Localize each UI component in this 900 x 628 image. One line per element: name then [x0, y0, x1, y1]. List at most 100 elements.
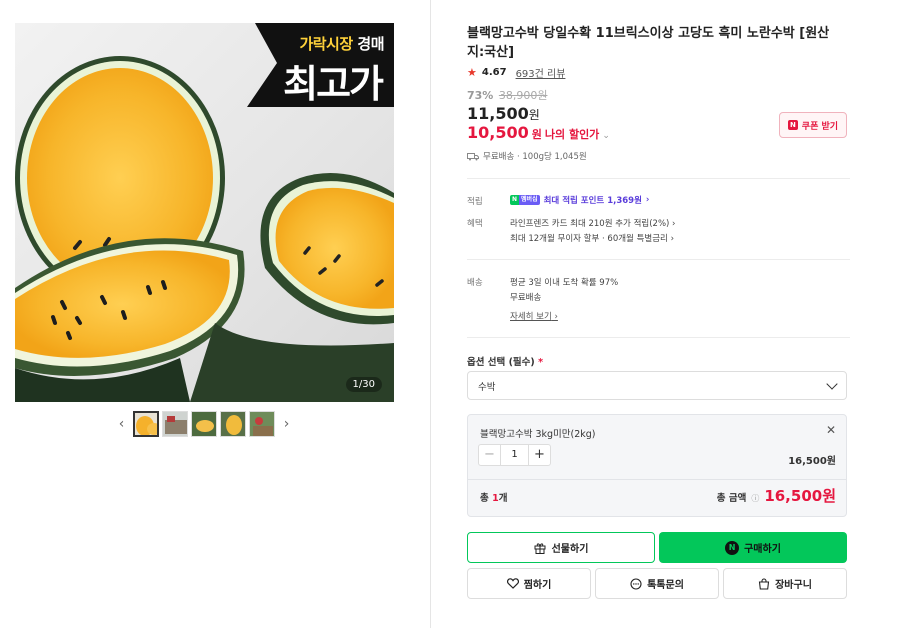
option-select[interactable]: 수박	[467, 371, 847, 400]
divider	[467, 337, 850, 338]
badge-auction-text: 경매	[357, 35, 384, 53]
naver-n-icon: N	[787, 120, 798, 130]
talk-button[interactable]: 톡톡문의	[595, 568, 719, 599]
rating-row: ★ 4.67 693건 리뷰	[467, 65, 565, 80]
thumbnail-1[interactable]	[133, 411, 159, 437]
benefit-line-1[interactable]: 라인프렌즈 카드 최대 210원 추가 적립(2%) ›	[510, 217, 675, 229]
coupon-button-label: 쿠폰 받기	[801, 121, 839, 132]
my-price-row[interactable]: 10,500 원 나의 할인가 ⌄	[467, 123, 610, 142]
delivery-line-1: 평균 3일 이내 도착 확률 97%	[510, 278, 619, 288]
benefit-line-2[interactable]: 최대 12개월 무이자 할부 · 60개월 특별금리 ›	[510, 232, 674, 244]
points-label: 적립	[467, 197, 483, 207]
badge-top-text: 가락시장 경매	[299, 33, 384, 54]
chevron-down-icon	[826, 377, 838, 390]
truck-icon	[467, 152, 479, 160]
total-count-number: 1	[492, 493, 499, 504]
delivery-more-text: 자세히 보기	[510, 312, 552, 322]
thumbnail-3[interactable]	[191, 411, 217, 437]
quantity-plus-button[interactable]: +	[528, 445, 550, 465]
total-amount-label: 총 금액	[716, 493, 747, 504]
sale-price-unit: 원	[528, 108, 540, 122]
thumbnail-strip: ‹ ›	[113, 411, 295, 437]
selected-option-name: 블랙망고수박 3kg미만(2kg)	[480, 429, 596, 440]
benefit-line-1-text: 라인프렌즈 카드 최대 210원 추가 적립(2%)	[510, 219, 670, 229]
benefit-line-2-text: 최대 12개월 무이자 할부 · 60개월 특별금리	[510, 234, 668, 244]
total-count: 총 1개	[480, 490, 507, 504]
rating-score: 4.67	[481, 67, 507, 78]
shopping-bag-icon	[758, 577, 770, 590]
info-icon[interactable]: ⓘ	[751, 493, 759, 504]
review-count-link[interactable]: 693건 리뷰	[516, 65, 566, 80]
divider	[467, 259, 850, 260]
star-icon: ★	[467, 66, 477, 79]
total-amount-value: 16,500원	[764, 487, 836, 505]
npay-chip-membership: 멤버십	[519, 195, 540, 205]
sale-price-value: 11,500	[467, 104, 529, 123]
heart-icon	[506, 578, 519, 589]
discount-rate: 73%	[467, 89, 494, 102]
my-price-value: 10,500	[467, 123, 529, 142]
benefit-label: 혜택	[467, 219, 483, 229]
column-divider	[430, 0, 431, 628]
close-icon[interactable]: ✕	[826, 423, 836, 437]
total-count-prefix: 총	[480, 493, 493, 504]
chevron-right-icon: ›	[554, 312, 558, 322]
required-mark: *	[538, 357, 544, 368]
talk-button-label: 톡톡문의	[647, 580, 684, 591]
thumbnail-5[interactable]	[249, 411, 275, 437]
my-price-unit: 원	[531, 128, 542, 141]
wish-button[interactable]: 찜하기	[467, 568, 591, 599]
wish-button-label: 찜하기	[523, 580, 552, 591]
option-label-text: 옵션 선택 (필수)	[467, 357, 535, 368]
product-page: 가락시장 경매 최고가 1/30 ‹ › 블랙망고수박 당일수확 11브릭스이상…	[0, 0, 900, 628]
thumbnail-4[interactable]	[220, 411, 246, 437]
total-amount: 총 금액 ⓘ 16,500원	[717, 485, 836, 506]
delivery-label: 배송	[467, 278, 483, 288]
image-counter: 1/30	[345, 377, 382, 392]
thumb-next-icon[interactable]: ›	[278, 416, 295, 432]
coupon-button[interactable]: N 쿠폰 받기	[779, 112, 847, 138]
quantity-stepper: − 1 +	[478, 444, 551, 466]
chevron-right-icon: ›	[645, 195, 650, 205]
product-title: 블랙망고수박 당일수확 11브릭스이상 고당도 흑미 노란수박 [원산지:국산]	[467, 26, 830, 60]
main-product-image[interactable]: 가락시장 경매 최고가 1/30	[15, 23, 394, 402]
delivery-line-2: 무료배송	[510, 293, 542, 303]
divider	[467, 178, 850, 179]
buy-button-label: 구매하기	[744, 544, 781, 555]
selected-option-card: 블랙망고수박 3kg미만(2kg) ✕ − 1 + 16,500원 총 1개 총…	[467, 414, 847, 517]
sale-price: 11,500원	[467, 104, 540, 123]
quantity-value[interactable]: 1	[501, 445, 528, 465]
points-text: 최대 적립 포인트 1,369원	[543, 196, 642, 206]
option-selected-value: 수박	[478, 381, 496, 393]
badge-market-text: 가락시장	[299, 35, 353, 53]
gift-icon	[534, 542, 546, 554]
chevron-down-icon: ⌄	[602, 131, 610, 141]
total-count-suffix: 개	[498, 493, 508, 504]
points-link[interactable]: N 멤버십 최대 적립 포인트 1,369원 ›	[510, 194, 649, 206]
my-price-label: 나의 할인가	[544, 128, 600, 141]
npay-membership-icon: N 멤버십	[510, 195, 540, 205]
cart-button[interactable]: 장바구니	[723, 568, 847, 599]
thumbnail-2[interactable]	[162, 411, 188, 437]
npay-chip-n: N	[510, 195, 520, 205]
option-label: 옵션 선택 (필수) *	[467, 354, 543, 368]
chat-icon	[630, 577, 642, 590]
shipping-text: 무료배송 · 100g당 1,045원	[483, 152, 587, 162]
chevron-right-icon: ›	[672, 219, 676, 229]
cart-button-label: 장바구니	[775, 580, 812, 591]
naver-n-icon: N	[725, 540, 740, 555]
chevron-right-icon: ›	[670, 234, 674, 244]
quantity-minus-button[interactable]: −	[479, 445, 501, 465]
auction-badge: 가락시장 경매 최고가	[244, 23, 394, 107]
selected-option-price: 16,500원	[788, 456, 836, 467]
gift-button-label: 선물하기	[551, 544, 589, 555]
original-price: 38,900원	[498, 89, 548, 102]
thumb-prev-icon[interactable]: ‹	[113, 416, 130, 432]
badge-main-text: 최고가	[283, 62, 384, 106]
delivery-more-link[interactable]: 자세히 보기 ›	[510, 310, 558, 322]
divider	[468, 479, 846, 480]
buy-button[interactable]: N 구매하기	[659, 532, 847, 563]
gift-button[interactable]: 선물하기	[467, 532, 655, 563]
shipping-row: 무료배송 · 100g당 1,045원	[467, 150, 587, 162]
discount-row: 73% 38,900원	[467, 87, 547, 103]
